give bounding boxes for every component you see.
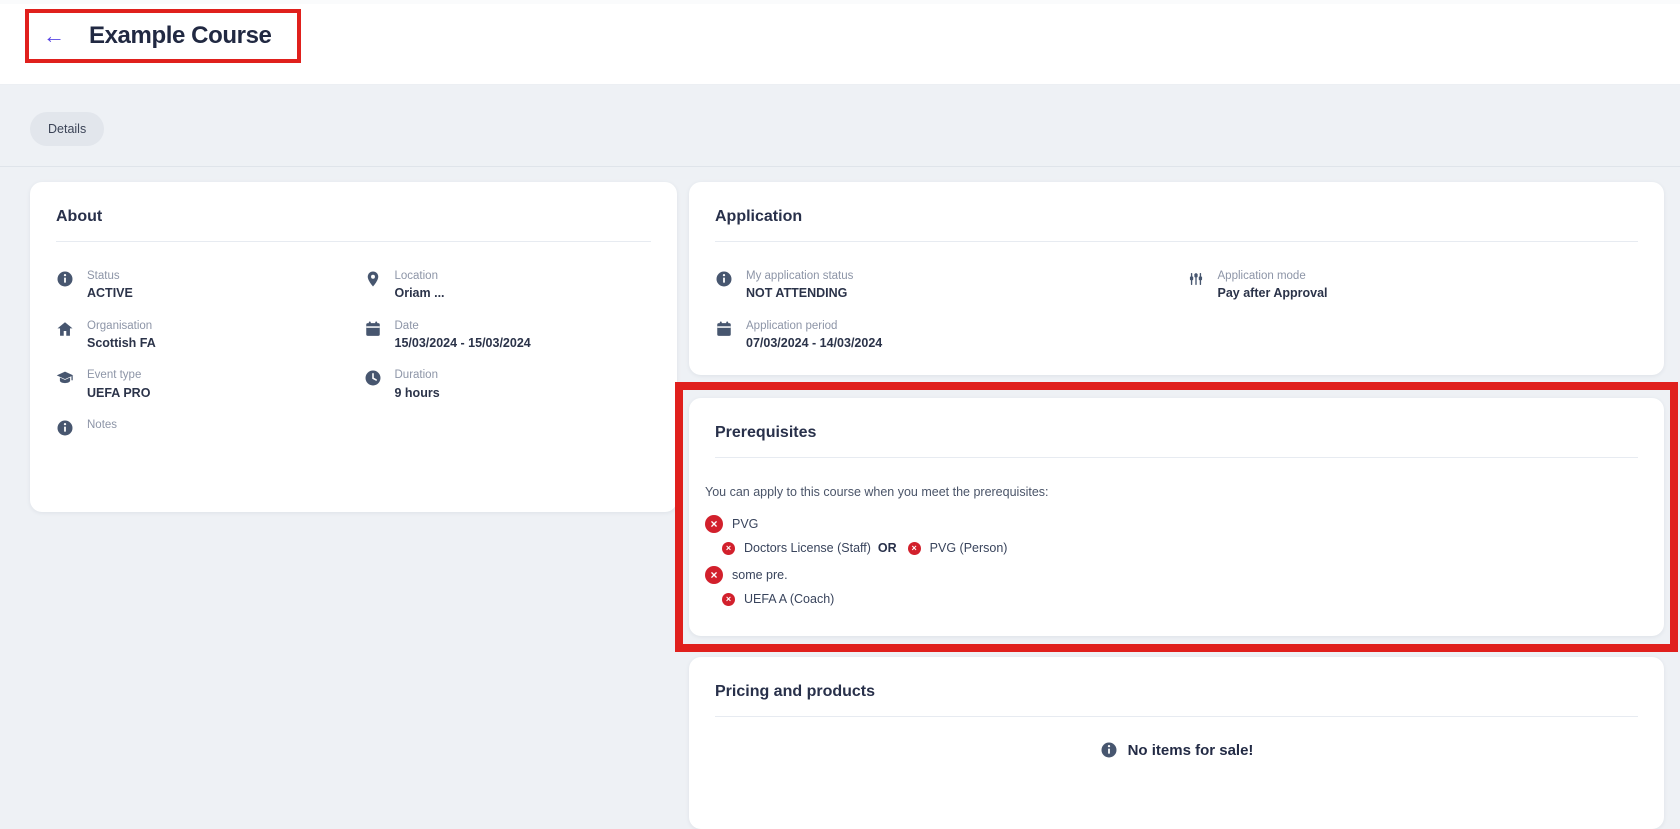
field-date: Date 15/03/2024 - 15/03/2024: [364, 319, 652, 352]
right-column: Application My application status NOT AT…: [675, 182, 1678, 829]
application-title: Application: [715, 208, 803, 225]
field-value: Scottish FA: [87, 336, 156, 350]
tab-details[interactable]: Details: [30, 112, 105, 146]
field-text: Location Oriam ...: [395, 269, 445, 302]
not-met-icon: ×: [907, 541, 921, 555]
application-col2: Application mode Pay after Approval: [1187, 269, 1639, 351]
prerequisite-item: UEFA A (Coach): [744, 592, 835, 607]
field-value[interactable]: Oriam ...: [395, 285, 445, 301]
left-column: About Status ACTIVE Organisation Scottis…: [30, 182, 677, 512]
field-value: UEFA PRO: [87, 385, 151, 400]
field-text: Notes: [87, 418, 117, 439]
prerequisite-children: × Doctors License (Staff) OR × PVG (Pers…: [722, 541, 1638, 555]
field-value: 15/03/2024 - 15/03/2024: [394, 336, 531, 350]
pricing-title: Pricing and products: [715, 683, 876, 701]
annotation-box-title: ← Example Course: [25, 9, 302, 63]
graduation-cap-icon: [56, 369, 74, 387]
not-met-icon: ×: [705, 566, 723, 585]
course-details-page: ← Example Course Details About Status AC…: [0, 0, 1680, 829]
application-col1: My application status NOT ATTENDING Appl…: [715, 269, 1167, 351]
field-value: Pay after Approval: [1217, 286, 1328, 301]
prerequisites-list: × PVG × Doctors License (Staff) OR × PVG…: [705, 515, 1638, 606]
clock-icon: [364, 369, 382, 387]
info-icon: [1100, 741, 1118, 759]
pricing-card: Pricing and products No items for sale!: [689, 657, 1664, 829]
calendar-icon: [364, 320, 382, 338]
divider: [715, 457, 1638, 459]
field-organisation: Organisation Scottish FA: [56, 319, 344, 352]
field-text: Application mode Pay after Approval: [1218, 269, 1328, 302]
field-duration: Duration 9 hours: [364, 368, 652, 401]
field-text: Duration 9 hours: [395, 368, 440, 401]
field-notes: Notes: [56, 418, 344, 439]
not-met-icon: ×: [722, 592, 735, 606]
info-icon: [56, 419, 74, 437]
map-pin-icon: [364, 270, 382, 288]
application-card: Application My application status NOT AT…: [689, 182, 1664, 376]
field-label: Event type: [87, 369, 142, 382]
empty-state: No items for sale!: [715, 741, 1638, 759]
home-icon: [56, 320, 74, 338]
field-location: Location Oriam ...: [364, 269, 652, 302]
prerequisite-label: PVG: [732, 517, 759, 532]
top-bar: ← Example Course: [0, 0, 1680, 85]
divider: [715, 716, 1638, 718]
about-col2: Location Oriam ... Date 15/03/2024 - 15/…: [364, 269, 652, 439]
info-icon: [56, 270, 74, 288]
field-value: 9 hours: [394, 385, 440, 400]
prerequisite-label: some pre.: [732, 568, 788, 583]
field-label: Duration: [394, 369, 438, 382]
field-label: Application period: [746, 319, 838, 332]
prerequisite-group: × PVG: [705, 515, 1638, 534]
calendar-icon: [715, 320, 733, 338]
sliders-icon: [1187, 270, 1205, 288]
field-value: 07/03/2024 - 14/03/2024: [746, 336, 883, 350]
field-application-period: Application period 07/03/2024 - 14/03/20…: [715, 319, 1167, 352]
prerequisites-title: Prerequisites: [715, 424, 817, 442]
field-text: Date 15/03/2024 - 15/03/2024: [395, 319, 531, 352]
prerequisite-item: PVG (Person): [929, 541, 1008, 556]
field-label: Date: [394, 319, 419, 332]
application-fields: My application status NOT ATTENDING Appl…: [715, 269, 1638, 351]
field-status: Status ACTIVE: [56, 269, 344, 302]
divider: [715, 241, 1638, 242]
prerequisite-children: × UEFA A (Coach): [722, 592, 1638, 606]
about-col1: Status ACTIVE Organisation Scottish FA E…: [56, 269, 344, 439]
about-fields: Status ACTIVE Organisation Scottish FA E…: [56, 269, 651, 439]
field-value: NOT ATTENDING: [746, 286, 848, 301]
about-card: About Status ACTIVE Organisation Scottis…: [30, 182, 677, 512]
prerequisite-group: × some pre.: [705, 566, 1638, 585]
main-content: About Status ACTIVE Organisation Scottis…: [0, 167, 1680, 829]
back-button[interactable]: ←: [43, 25, 65, 47]
about-title: About: [56, 208, 103, 225]
field-event-type: Event type UEFA PRO: [56, 368, 344, 401]
page-title: Example Course: [89, 22, 272, 49]
field-text: My application status NOT ATTENDING: [746, 269, 853, 302]
empty-state-message: No items for sale!: [1127, 741, 1254, 759]
field-application-mode: Application mode Pay after Approval: [1187, 269, 1639, 302]
field-label: My application status: [746, 270, 854, 282]
field-value: ACTIVE: [87, 286, 133, 301]
field-label: Location: [394, 270, 438, 282]
annotation-box-prerequisites: Prerequisites You can apply to this cour…: [675, 382, 1678, 653]
field-label: Status: [87, 270, 120, 282]
field-application-status: My application status NOT ATTENDING: [715, 269, 1167, 302]
field-value: [87, 434, 117, 439]
field-label: Notes: [87, 418, 118, 431]
field-text: Event type UEFA PRO: [87, 368, 150, 401]
field-text: Organisation Scottish FA: [87, 319, 156, 352]
field-text: Status ACTIVE: [87, 269, 133, 302]
field-label: Application mode: [1217, 270, 1306, 282]
info-icon: [715, 270, 733, 288]
prerequisites-intro: You can apply to this course when you me…: [705, 485, 1049, 500]
tab-strip: Details: [0, 85, 1680, 167]
prerequisite-item: Doctors License (Staff): [744, 541, 871, 556]
field-text: Application period 07/03/2024 - 14/03/20…: [746, 319, 882, 352]
prerequisite-operator: OR: [877, 541, 897, 556]
field-label: Organisation: [87, 319, 153, 332]
divider: [56, 241, 651, 242]
not-met-icon: ×: [705, 515, 723, 534]
prerequisites-card: Prerequisites You can apply to this cour…: [689, 398, 1664, 637]
not-met-icon: ×: [722, 541, 735, 555]
